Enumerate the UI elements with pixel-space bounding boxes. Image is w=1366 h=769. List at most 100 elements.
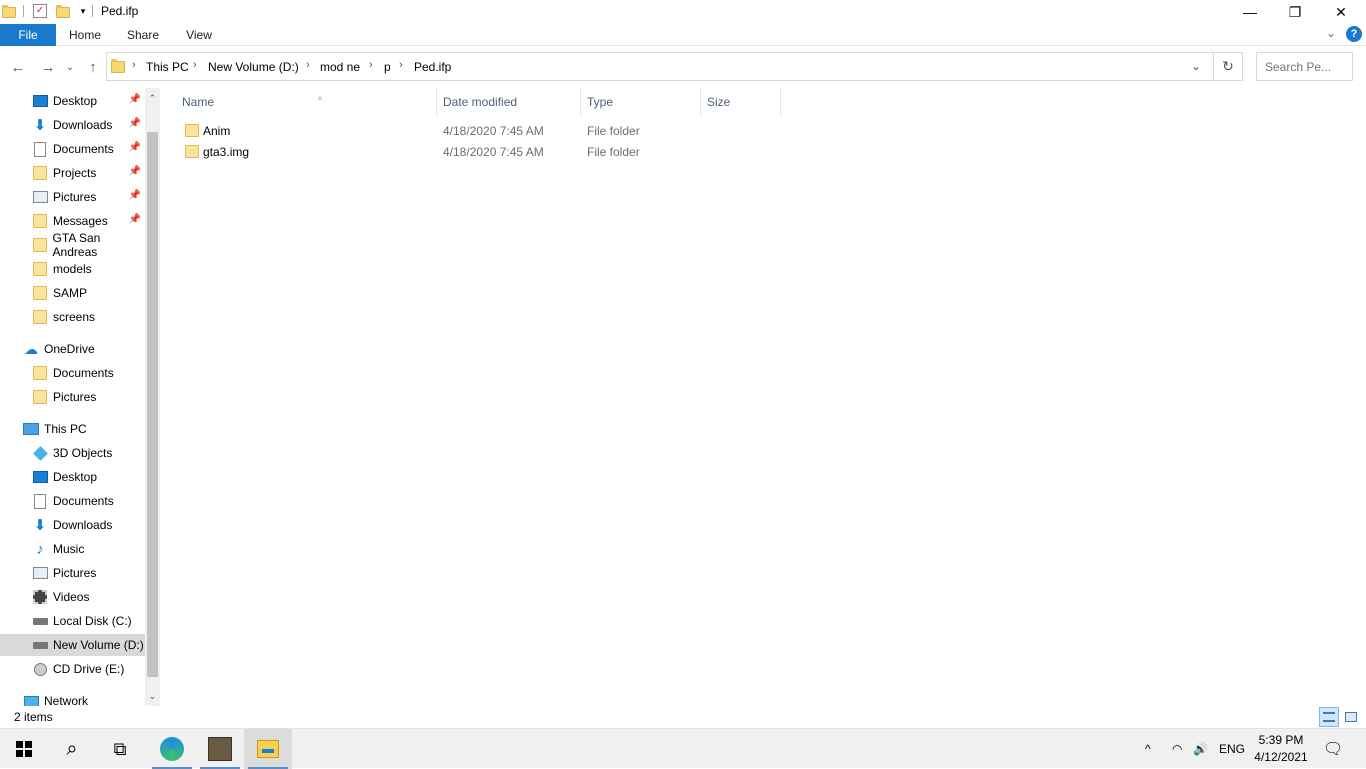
nav-item-pictures[interactable]: Pictures 📌	[0, 186, 145, 208]
nav-item-new-volume-d[interactable]: New Volume (D:)	[0, 634, 145, 656]
minimize-button[interactable]: —	[1227, 0, 1273, 24]
nav-item-documents[interactable]: Documents 📌	[0, 138, 145, 160]
nav-item-messages[interactable]: Messages 📌	[0, 210, 145, 232]
nav-item-local-disk-c[interactable]: Local Disk (C:)	[0, 610, 145, 632]
breadcrumb-separator[interactable]: ›	[132, 59, 136, 71]
refresh-button[interactable]: ↻	[1214, 52, 1243, 81]
title-bar: ✓ ▾ Ped.ifp — ❐ ✕	[0, 0, 1366, 24]
pin-icon: 📌	[128, 142, 141, 153]
tab-view[interactable]: View	[176, 24, 222, 46]
nav-item-pc-desktop[interactable]: Desktop	[0, 466, 145, 488]
large-icons-view-button[interactable]	[1341, 707, 1361, 727]
folder-icon	[32, 389, 48, 405]
file-row[interactable]: gta3.img 4/18/2020 7:45 AM File folder	[176, 141, 696, 162]
restore-button[interactable]: ❐	[1272, 0, 1318, 24]
properties-icon[interactable]: ✓	[33, 4, 47, 18]
wifi-icon[interactable]: ◠	[1172, 729, 1182, 769]
nav-item-label: GTA San Andreas	[52, 231, 101, 259]
nav-item-downloads[interactable]: ⬇ Downloads 📌	[0, 114, 145, 136]
address-dropdown-icon[interactable]: ⌄	[1191, 59, 1201, 73]
nav-scrollbar[interactable]: ⌃ ⌄	[145, 88, 160, 706]
notification-icon[interactable]: 🗨	[1323, 729, 1343, 769]
details-view-button[interactable]	[1319, 707, 1339, 727]
nav-item-pc-documents[interactable]: Documents	[0, 490, 145, 512]
nav-item-onedrive-documents[interactable]: Documents	[0, 362, 145, 384]
tray-chevron[interactable]: ^	[1145, 729, 1151, 769]
nav-item-projects[interactable]: Projects 📌	[0, 162, 145, 184]
nav-item-label: Pictures	[53, 390, 97, 404]
scrollbar-thumb[interactable]	[147, 132, 158, 677]
scroll-down-icon[interactable]: ⌄	[145, 688, 160, 704]
file-explorer-icon	[257, 740, 279, 758]
nav-item-3d-objects[interactable]: 3D Objects	[0, 442, 145, 464]
search-input[interactable]	[1257, 53, 1352, 80]
nav-item-gta-san-andreas[interactable]: GTA San Andreas	[0, 231, 145, 259]
task-view-button[interactable]: ⧉	[96, 729, 144, 769]
address-row: ← → ⌄ ↑ › This PC › New Volume (D:) › mo…	[0, 46, 1366, 88]
address-bar[interactable]: › This PC › New Volume (D:) › mod ne › p…	[106, 52, 1214, 81]
window-title: Ped.ifp	[101, 4, 139, 18]
nav-item-cd-drive-e[interactable]: CD Drive (E:)	[0, 658, 145, 680]
back-button[interactable]: ←	[7, 56, 29, 78]
breadcrumb-ped-ifp[interactable]: Ped.ifp	[414, 60, 451, 74]
file-type: File folder	[587, 124, 640, 138]
recent-locations-button[interactable]: ⌄	[62, 56, 78, 78]
nav-item-music[interactable]: ♪ Music	[0, 538, 145, 560]
nav-item-label: models	[53, 262, 92, 276]
breadcrumb-separator[interactable]: ›	[306, 59, 310, 71]
windows-logo-icon	[16, 741, 32, 757]
scroll-up-icon[interactable]: ⌃	[145, 90, 160, 106]
nav-item-screens[interactable]: screens	[0, 306, 145, 328]
start-button[interactable]	[0, 729, 48, 769]
close-button[interactable]: ✕	[1318, 0, 1364, 24]
nav-item-onedrive[interactable]: ☁ OneDrive	[0, 338, 145, 360]
nav-item-label: Documents	[53, 366, 114, 380]
nav-item-desktop[interactable]: Desktop 📌	[0, 90, 145, 112]
sort-ascending-icon: ^	[318, 95, 323, 105]
breadcrumb-this-pc[interactable]: This PC	[146, 60, 189, 74]
column-header-type[interactable]: Type	[581, 88, 701, 116]
drive-icon	[32, 613, 48, 629]
nav-item-label: Desktop	[53, 470, 98, 484]
nav-item-pc-downloads[interactable]: ⬇ Downloads	[0, 514, 145, 536]
nav-item-pc-pictures[interactable]: Pictures	[0, 562, 145, 584]
expand-ribbon-icon[interactable]: ⌄	[1326, 26, 1336, 40]
folder-icon	[32, 285, 48, 301]
tab-file[interactable]: File	[0, 24, 56, 46]
tab-share[interactable]: Share	[120, 24, 166, 46]
language-indicator[interactable]: ENG	[1219, 729, 1245, 769]
column-header-date[interactable]: Date modified	[437, 88, 581, 116]
taskbar-file-explorer[interactable]	[244, 729, 292, 769]
column-header-name[interactable]: Name ^	[176, 88, 437, 116]
file-name: Anim	[203, 124, 231, 138]
breadcrumb-separator[interactable]: ›	[193, 59, 197, 71]
breadcrumb-p[interactable]: p	[384, 60, 391, 74]
search-taskbar-button[interactable]: ⌕	[48, 729, 96, 769]
breadcrumb-new-volume[interactable]: New Volume (D:)	[208, 60, 299, 74]
nav-item-models[interactable]: models	[0, 258, 145, 280]
forward-button[interactable]: →	[37, 56, 59, 78]
breadcrumb-mod-ne[interactable]: mod ne	[320, 60, 360, 74]
column-header-size[interactable]: Size	[701, 88, 781, 116]
breadcrumb-separator[interactable]: ›	[369, 59, 373, 71]
up-button[interactable]: ↑	[82, 56, 104, 78]
nav-item-samp[interactable]: SAMP	[0, 282, 145, 304]
nav-item-videos[interactable]: Videos	[0, 586, 145, 608]
nav-item-label: This PC	[44, 422, 87, 436]
help-icon[interactable]: ?	[1346, 26, 1362, 42]
file-row[interactable]: Anim 4/18/2020 7:45 AM File folder	[176, 120, 696, 141]
taskbar-game[interactable]	[196, 729, 244, 769]
new-folder-icon[interactable]	[56, 4, 70, 18]
taskbar-edge[interactable]	[148, 729, 196, 769]
volume-icon[interactable]: 🔊	[1193, 729, 1208, 769]
nav-item-onedrive-pictures[interactable]: Pictures	[0, 386, 145, 408]
tab-home[interactable]: Home	[62, 24, 108, 46]
download-icon: ⬇	[33, 516, 47, 534]
clock[interactable]: 5:39 PM 4/12/2021	[1254, 732, 1308, 766]
search-box[interactable]	[1256, 52, 1353, 81]
nav-item-this-pc[interactable]: This PC	[0, 418, 145, 440]
cd-drive-icon	[32, 661, 48, 677]
customize-quick-access-icon[interactable]: ▾	[76, 4, 90, 18]
clock-time: 5:39 PM	[1258, 733, 1304, 747]
breadcrumb-separator[interactable]: ›	[399, 59, 403, 71]
